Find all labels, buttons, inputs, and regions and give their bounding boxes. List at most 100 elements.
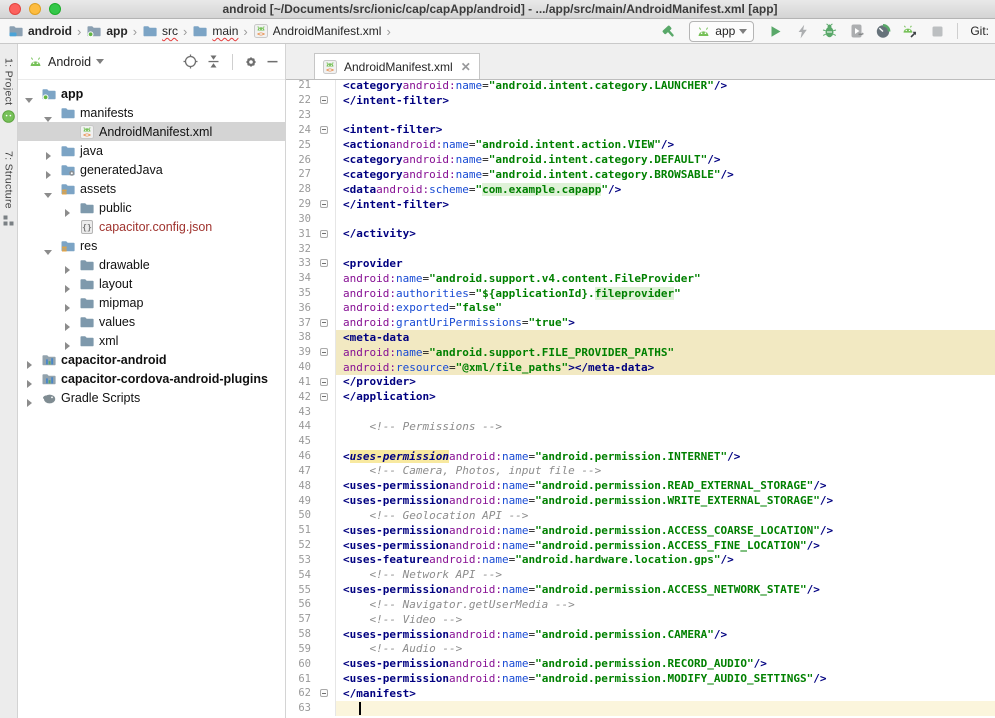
code-line-59[interactable]: 59 <!-- Audio --> <box>286 641 995 656</box>
tree-item-res[interactable]: res <box>18 236 285 255</box>
tree-item-assets[interactable]: assets <box>18 179 285 198</box>
code-line-47[interactable]: 47 <!-- Camera, Photos, input file --> <box>286 464 995 479</box>
fold-icon[interactable] <box>320 96 328 104</box>
gear-icon[interactable] <box>244 55 258 69</box>
code-line-27[interactable]: 27 <category android:name="android.inten… <box>286 167 995 182</box>
code-line-32[interactable]: 32 <box>286 241 995 256</box>
line-number: 43 <box>286 406 316 418</box>
tree-item-drawable[interactable]: drawable <box>18 255 285 274</box>
code-line-53[interactable]: 53 <uses-feature android:name="android.h… <box>286 553 995 568</box>
code-line-48[interactable]: 48 <uses-permission android:name="androi… <box>286 478 995 493</box>
line-number: 41 <box>286 376 316 388</box>
code-line-60[interactable]: 60 <uses-permission android:name="androi… <box>286 656 995 671</box>
code-line-44[interactable]: 44 <!-- Permissions --> <box>286 419 995 434</box>
breadcrumb-item-android[interactable]: android <box>8 23 72 39</box>
tree-item-values[interactable]: values <box>18 312 285 331</box>
code-line-49[interactable]: 49 <uses-permission android:name="androi… <box>286 493 995 508</box>
code-line-57[interactable]: 57 <!-- Video --> <box>286 612 995 627</box>
code-line-41[interactable]: 41 </provider> <box>286 375 995 390</box>
code-line-43[interactable]: 43 <box>286 404 995 419</box>
code-line-36[interactable]: 36 android:exported="false" <box>286 300 995 315</box>
code-line-52[interactable]: 52 <uses-permission android:name="androi… <box>286 538 995 553</box>
tree-item-manifests[interactable]: manifests <box>18 103 285 122</box>
code-line-55[interactable]: 55 <uses-permission android:name="androi… <box>286 582 995 597</box>
fold-icon[interactable] <box>320 230 328 238</box>
coverage-button[interactable] <box>846 21 866 41</box>
tree-item-java[interactable]: java <box>18 141 285 160</box>
hide-icon[interactable] <box>266 55 279 68</box>
fold-icon[interactable] <box>320 259 328 267</box>
tool-window-button-project[interactable]: 1: Project <box>2 58 15 123</box>
breadcrumb-item-src[interactable]: src <box>142 23 178 39</box>
run-button[interactable] <box>765 21 785 41</box>
code-line-42[interactable]: 42 </application> <box>286 389 995 404</box>
tree-item-generatedjava[interactable]: generatedJava <box>18 160 285 179</box>
hammer-button[interactable] <box>658 21 678 41</box>
fold-icon[interactable] <box>320 689 328 697</box>
breadcrumb-item-androidmanifest-xml[interactable]: <>AndroidManifest.xml <box>253 23 382 39</box>
code-editor[interactable]: 21 <category android:name="android.inten… <box>286 80 995 718</box>
fold-icon[interactable] <box>320 200 328 208</box>
code-line-21[interactable]: 21 <category android:name="android.inten… <box>286 80 995 93</box>
tree-item-xml[interactable]: xml <box>18 331 285 350</box>
code-line-50[interactable]: 50 <!-- Geolocation API --> <box>286 508 995 523</box>
code-line-35[interactable]: 35 android:authorities="${applicationId}… <box>286 286 995 301</box>
code-line-33[interactable]: 33 <provider <box>286 256 995 271</box>
code-line-30[interactable]: 30 <box>286 211 995 226</box>
code-line-24[interactable]: 24 <intent-filter> <box>286 122 995 137</box>
code-line-45[interactable]: 45 <box>286 434 995 449</box>
close-icon[interactable]: ✕ <box>459 60 471 74</box>
tree-item-androidmanifest-xml[interactable]: <>AndroidManifest.xml <box>18 122 285 141</box>
tree-item-layout[interactable]: layout <box>18 274 285 293</box>
code-line-22[interactable]: 22 </intent-filter> <box>286 93 995 108</box>
breadcrumb-item-main[interactable]: main <box>192 23 238 39</box>
fold-icon[interactable] <box>320 319 328 327</box>
fold-icon[interactable] <box>320 393 328 401</box>
code-line-39[interactable]: 39 android:name="android.support.FILE_PR… <box>286 345 995 360</box>
code-line-62[interactable]: 62</manifest> <box>286 686 995 701</box>
code-line-61[interactable]: 61 <uses-permission android:name="androi… <box>286 671 995 686</box>
collapse-all-icon[interactable] <box>206 54 221 69</box>
attach-debugger-button[interactable] <box>900 21 920 41</box>
code-line-58[interactable]: 58 <uses-permission android:name="androi… <box>286 627 995 642</box>
code-text: <uses-permission android:name="android.p… <box>336 478 995 493</box>
fold-gutter <box>316 108 336 123</box>
code-line-38[interactable]: 38 <meta-data <box>286 330 995 345</box>
code-line-23[interactable]: 23 <box>286 108 995 123</box>
tab-androidmanifest[interactable]: <> AndroidManifest.xml ✕ <box>314 53 480 79</box>
code-line-40[interactable]: 40 android:resource="@xml/file_paths"></… <box>286 360 995 375</box>
tree-item-capacitor-cordova-android-plugins[interactable]: capacitor-cordova-android-plugins <box>18 369 285 388</box>
code-line-46[interactable]: 46 <uses-permission android:name="androi… <box>286 449 995 464</box>
line-number: 27 <box>286 168 316 180</box>
project-view-selector[interactable]: Android <box>28 55 183 69</box>
fold-icon[interactable] <box>320 348 328 356</box>
run-configuration-select[interactable]: app <box>689 21 754 42</box>
lightning-button[interactable] <box>792 21 812 41</box>
code-line-31[interactable]: 31 </activity> <box>286 226 995 241</box>
code-line-63[interactable]: 63 <box>286 701 995 716</box>
stop-button[interactable] <box>927 21 947 41</box>
profiler-button[interactable] <box>873 21 893 41</box>
fold-icon[interactable] <box>320 378 328 386</box>
code-line-34[interactable]: 34 android:name="android.support.v4.cont… <box>286 271 995 286</box>
tree-item-capacitor-config-json[interactable]: {}capacitor.config.json <box>18 217 285 236</box>
code-line-25[interactable]: 25 <action android:name="android.intent.… <box>286 137 995 152</box>
tree-item-app[interactable]: app <box>18 84 285 103</box>
tree-item-public[interactable]: public <box>18 198 285 217</box>
tree-item-mipmap[interactable]: mipmap <box>18 293 285 312</box>
breadcrumb-item-app[interactable]: app <box>86 23 127 39</box>
code-line-26[interactable]: 26 <category android:name="android.inten… <box>286 152 995 167</box>
code-line-54[interactable]: 54 <!-- Network API --> <box>286 567 995 582</box>
code-line-51[interactable]: 51 <uses-permission android:name="androi… <box>286 523 995 538</box>
code-line-37[interactable]: 37 android:grantUriPermissions="true"> <box>286 315 995 330</box>
tree-item-capacitor-android[interactable]: capacitor-android <box>18 350 285 369</box>
line-number: 23 <box>286 109 316 121</box>
fold-icon[interactable] <box>320 126 328 134</box>
code-line-56[interactable]: 56 <!-- Navigator.getUserMedia --> <box>286 597 995 612</box>
code-line-28[interactable]: 28 <data android:scheme="com.example.cap… <box>286 182 995 197</box>
tool-window-button-structure[interactable]: 7: Structure <box>2 151 15 227</box>
debug-button[interactable] <box>819 21 839 41</box>
locate-icon[interactable] <box>183 54 198 69</box>
code-line-29[interactable]: 29 </intent-filter> <box>286 197 995 212</box>
tree-item-gradle-scripts[interactable]: Gradle Scripts <box>18 388 285 407</box>
